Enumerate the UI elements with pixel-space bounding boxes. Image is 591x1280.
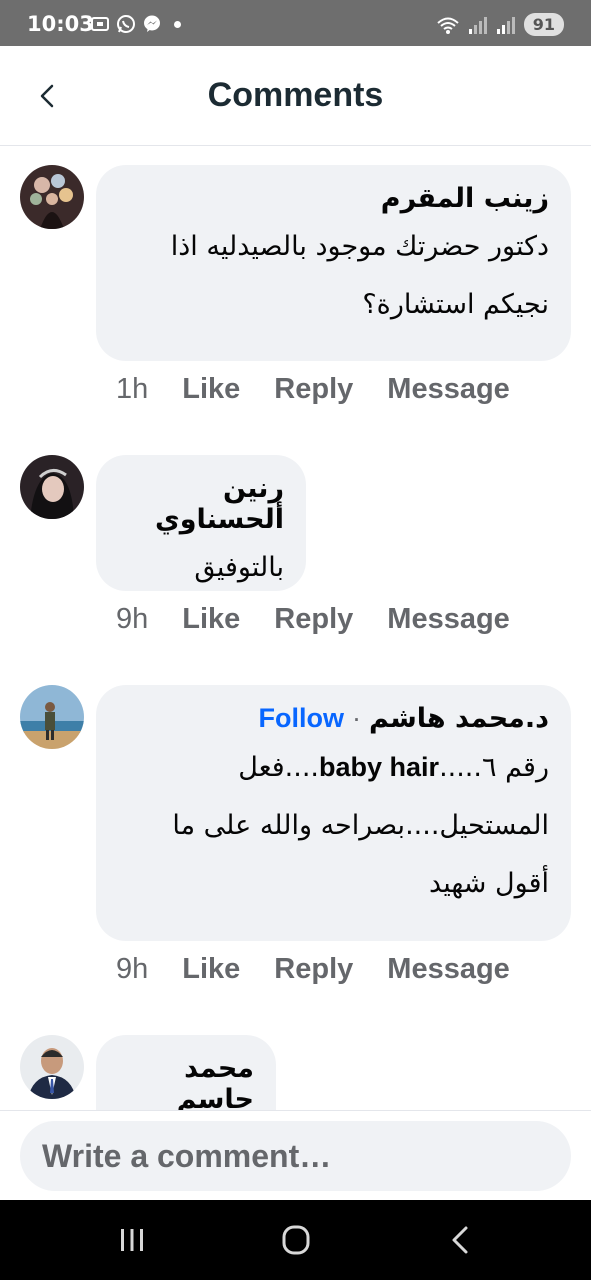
reply-button[interactable]: Reply: [274, 373, 353, 406]
whatsapp-icon: [117, 15, 135, 33]
avatar[interactable]: [20, 165, 84, 229]
signal-icon: [496, 16, 515, 34]
comment-line-latin: baby hair: [319, 752, 440, 782]
comment-text: بالتوفيق: [116, 539, 284, 597]
system-icons: 91: [436, 13, 564, 36]
battery-indicator: 91: [523, 13, 564, 36]
comment-actions: 1h Like Reply Message: [116, 373, 544, 406]
comment-bubble[interactable]: د.محمد هاشم · Follow رقم ٦.....baby hair…: [96, 685, 571, 941]
comment-author-line: محمد جاسم: [116, 1053, 254, 1110]
signal-icon: [468, 16, 487, 34]
comment-bubble[interactable]: محمد جاسم: [96, 1035, 276, 1110]
comment-author-line: رنين ألحسناوي: [116, 473, 284, 535]
avatar[interactable]: [20, 685, 84, 749]
comment-time: 1h: [116, 373, 149, 405]
avatar[interactable]: [20, 455, 84, 519]
comment-line: دكتور حضرتك موجود بالصيدليه اذا: [170, 231, 549, 262]
comment-author-line: د.محمد هاشم · Follow: [116, 703, 549, 734]
comment-composer-area: [0, 1110, 591, 1200]
comment-text: رقم ٦.....baby hair....فعل المستحيل....ب…: [116, 738, 549, 913]
comment-author-line: زينب المقرم: [116, 183, 549, 214]
header: Comments: [0, 46, 591, 146]
reply-button[interactable]: Reply: [274, 603, 353, 636]
comment-line-part: رقم ٦.....: [439, 752, 549, 783]
screenshot-icon: [91, 17, 109, 31]
status-time: 10:03: [27, 12, 94, 36]
comment-line: المستحيل....بصراحه والله على ما: [172, 810, 549, 841]
like-button[interactable]: Like: [182, 373, 240, 406]
notification-icons: [90, 14, 181, 34]
comment-time: 9h: [116, 603, 149, 635]
avatar[interactable]: [20, 1035, 84, 1099]
page-title: Comments: [207, 76, 384, 114]
comment-line: أقول شهيد: [429, 868, 549, 899]
comment-line: بالتوفيق: [194, 552, 284, 583]
comment-bubble[interactable]: رنين ألحسناوي بالتوفيق: [96, 455, 306, 591]
comment-line: رقم ٦.....baby hair....فعل: [116, 738, 549, 797]
comment-author[interactable]: رنين ألحسناوي: [116, 473, 284, 535]
comment-author[interactable]: د.محمد هاشم: [369, 703, 549, 734]
avatar-image: [20, 1035, 84, 1099]
navigation-bar: [0, 1200, 591, 1280]
comments-list[interactable]: زينب المقرم دكتور حضرتك موجود بالصيدليه …: [0, 147, 591, 1110]
follow-button[interactable]: Follow: [259, 703, 344, 734]
like-button[interactable]: Like: [182, 953, 240, 986]
avatar-image: [20, 685, 84, 749]
messenger-icon: [144, 15, 160, 32]
reply-button[interactable]: Reply: [274, 953, 353, 986]
follow-separator: ·: [352, 703, 362, 733]
comment-actions: 9h Like Reply Message: [116, 603, 544, 636]
message-button[interactable]: Message: [387, 953, 510, 986]
status-bar: 10:03 91: [0, 0, 591, 46]
comment-text: دكتور حضرتك موجود بالصيدليه اذا نجيكم اس…: [116, 218, 549, 334]
comment-input[interactable]: [20, 1121, 571, 1191]
back-nav-icon[interactable]: [442, 1222, 482, 1258]
avatar-image: [20, 455, 84, 519]
comment-time: 9h: [116, 953, 149, 985]
comment-author[interactable]: زينب المقرم: [381, 183, 549, 214]
like-button[interactable]: Like: [182, 603, 240, 636]
message-button[interactable]: Message: [387, 373, 510, 406]
wifi-icon: [437, 17, 459, 34]
comment-author[interactable]: محمد جاسم: [116, 1053, 254, 1110]
avatar-image: [20, 165, 84, 229]
home-icon[interactable]: [276, 1222, 316, 1258]
comment-bubble[interactable]: زينب المقرم دكتور حضرتك موجود بالصيدليه …: [96, 165, 571, 361]
recent-apps-icon[interactable]: [112, 1222, 152, 1258]
message-button[interactable]: Message: [387, 603, 510, 636]
comment-actions: 9h Like Reply Message: [116, 953, 544, 986]
dot-indicator: [174, 20, 181, 28]
comment-line: نجيكم استشارة؟: [362, 289, 549, 320]
comment-line-part: ....فعل: [238, 752, 320, 783]
